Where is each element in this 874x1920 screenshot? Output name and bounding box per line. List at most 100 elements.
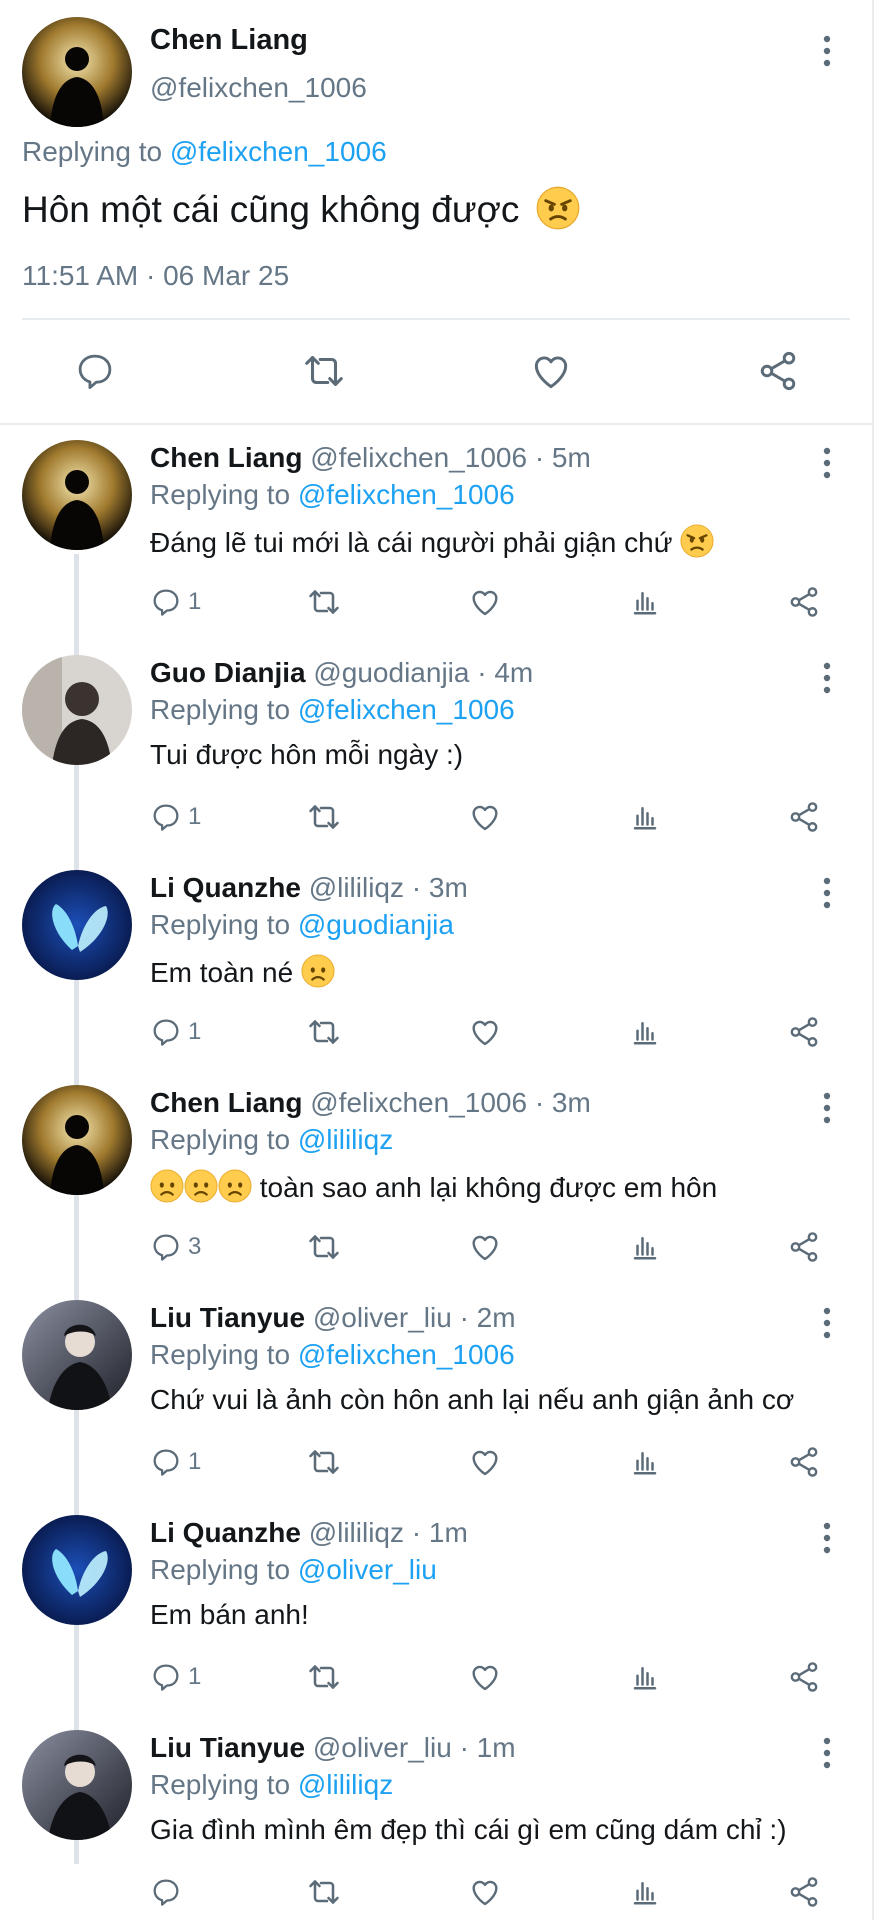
- reply-actions: 3: [0, 1225, 872, 1269]
- reply-button[interactable]: 1: [150, 1440, 201, 1484]
- tweet-timestamp: 11:51 AM · 06 Mar 25: [22, 260, 290, 291]
- author-name[interactable]: Guo Dianjia: [150, 657, 306, 688]
- share-icon[interactable]: [787, 795, 821, 839]
- reply-tweet[interactable]: Guo Dianjia @guodianjia · 4m Replying to…: [0, 645, 872, 859]
- more-vertical-icon[interactable]: [822, 661, 832, 695]
- share-icon[interactable]: [787, 1225, 821, 1269]
- author-handle[interactable]: @felixchen_1006: [310, 442, 527, 473]
- like-icon[interactable]: [468, 1440, 502, 1484]
- replying-mention-link[interactable]: @oliver_liu: [298, 1554, 437, 1585]
- avatar[interactable]: [22, 1515, 132, 1625]
- replying-mention-link[interactable]: @lililiqz: [298, 1124, 393, 1155]
- reply-tweet[interactable]: Liu Tianyue @oliver_liu · 1m Replying to…: [0, 1720, 872, 1920]
- author-name[interactable]: Liu Tianyue: [150, 1732, 305, 1763]
- reply-icon[interactable]: [62, 338, 128, 404]
- analytics-icon[interactable]: [630, 1870, 660, 1914]
- like-icon[interactable]: [468, 1655, 502, 1699]
- replying-mention-link[interactable]: @lililiqz: [298, 1769, 393, 1800]
- reply-tweet[interactable]: Chen Liang @felixchen_1006 · 5m Replying…: [0, 430, 872, 644]
- share-icon[interactable]: [745, 338, 811, 404]
- avatar[interactable]: [22, 1300, 132, 1410]
- avatar[interactable]: [22, 1085, 132, 1195]
- like-icon[interactable]: [468, 580, 502, 624]
- replying-mention-link[interactable]: @felixchen_1006: [170, 136, 387, 167]
- retweet-icon[interactable]: [306, 580, 342, 624]
- share-icon[interactable]: [787, 1870, 821, 1914]
- share-icon[interactable]: [787, 580, 821, 624]
- more-vertical-icon[interactable]: [822, 34, 832, 68]
- reply-tweet[interactable]: Li Quanzhe @lililiqz · 1m Replying to @o…: [0, 1505, 872, 1719]
- reply-tweet[interactable]: Liu Tianyue @oliver_liu · 2m Replying to…: [0, 1290, 872, 1504]
- replying-to: Replying to @guodianjia: [150, 909, 454, 941]
- reply-tweet[interactable]: Chen Liang @felixchen_1006 · 3m Replying…: [0, 1075, 872, 1289]
- replying-mention-link[interactable]: @felixchen_1006: [298, 479, 515, 510]
- more-vertical-icon[interactable]: [822, 1521, 832, 1555]
- reply-tweet[interactable]: Li Quanzhe @lililiqz · 3m Replying to @g…: [0, 860, 872, 1074]
- author-handle[interactable]: @oliver_liu: [313, 1732, 452, 1763]
- reply-icon: [150, 1231, 182, 1263]
- more-vertical-icon[interactable]: [822, 1091, 832, 1125]
- reply-button[interactable]: 1: [150, 1655, 201, 1699]
- author-name[interactable]: Li Quanzhe: [150, 1517, 301, 1548]
- share-icon[interactable]: [787, 1440, 821, 1484]
- share-icon[interactable]: [787, 1655, 821, 1699]
- reply-header: Chen Liang @felixchen_1006 · 5m: [150, 442, 591, 474]
- like-icon[interactable]: [468, 1870, 502, 1914]
- author-handle[interactable]: @oliver_liu: [313, 1302, 452, 1333]
- more-vertical-icon[interactable]: [822, 446, 832, 480]
- author-name[interactable]: Liu Tianyue: [150, 1302, 305, 1333]
- author-handle[interactable]: @felixchen_1006: [310, 1087, 527, 1118]
- author-name[interactable]: Chen Liang: [150, 442, 302, 473]
- analytics-icon[interactable]: [630, 795, 660, 839]
- reply-actions: 1: [0, 1655, 872, 1699]
- more-vertical-icon[interactable]: [822, 876, 832, 910]
- replying-label: Replying to: [150, 479, 298, 510]
- retweet-icon[interactable]: [306, 1010, 342, 1054]
- retweet-icon[interactable]: [306, 795, 342, 839]
- reply-button[interactable]: [150, 1870, 188, 1914]
- analytics-icon[interactable]: [630, 580, 660, 624]
- reply-button[interactable]: 1: [150, 1010, 201, 1054]
- author-handle[interactable]: @lililiqz: [309, 872, 404, 903]
- reply-text-body: Gia đình mình êm đẹp thì cái gì em cũng …: [150, 1814, 787, 1845]
- like-icon[interactable]: [468, 1225, 502, 1269]
- like-icon[interactable]: [468, 795, 502, 839]
- analytics-icon[interactable]: [630, 1655, 660, 1699]
- author-handle[interactable]: @lililiqz: [309, 1517, 404, 1548]
- analytics-icon[interactable]: [630, 1225, 660, 1269]
- reply-button[interactable]: 1: [150, 795, 201, 839]
- replying-mention-link[interactable]: @guodianjia: [298, 909, 454, 940]
- retweet-icon[interactable]: [306, 1870, 342, 1914]
- avatar[interactable]: [22, 1730, 132, 1840]
- author-name[interactable]: Chen Liang: [150, 24, 308, 57]
- reply-button[interactable]: 1: [150, 580, 201, 624]
- author-name[interactable]: Li Quanzhe: [150, 872, 301, 903]
- reply-count: 1: [188, 588, 202, 615]
- like-icon[interactable]: [518, 338, 584, 404]
- replying-label: Replying to: [150, 1769, 298, 1800]
- analytics-icon[interactable]: [630, 1010, 660, 1054]
- author-name[interactable]: Chen Liang: [150, 1087, 302, 1118]
- reply-button[interactable]: 3: [150, 1225, 201, 1269]
- analytics-icon[interactable]: [630, 1440, 660, 1484]
- sad-face-icon: [218, 1169, 252, 1203]
- retweet-icon[interactable]: [291, 338, 357, 404]
- like-icon[interactable]: [468, 1010, 502, 1054]
- more-vertical-icon[interactable]: [822, 1306, 832, 1340]
- author-handle[interactable]: @felixchen_1006: [150, 72, 367, 104]
- avatar[interactable]: [22, 870, 132, 980]
- angry-face-icon: [536, 186, 580, 230]
- share-icon[interactable]: [787, 1010, 821, 1054]
- more-vertical-icon[interactable]: [822, 1736, 832, 1770]
- retweet-icon[interactable]: [306, 1440, 342, 1484]
- avatar[interactable]: [22, 440, 132, 550]
- author-handle[interactable]: @guodianjia: [313, 657, 469, 688]
- separator-dot: ·: [411, 872, 422, 903]
- avatar[interactable]: [22, 655, 132, 765]
- replying-mention-link[interactable]: @felixchen_1006: [298, 1339, 515, 1370]
- avatar[interactable]: [22, 17, 132, 127]
- replying-mention-link[interactable]: @felixchen_1006: [298, 694, 515, 725]
- retweet-icon[interactable]: [306, 1655, 342, 1699]
- reply-time: 3m: [551, 1087, 591, 1118]
- retweet-icon[interactable]: [306, 1225, 342, 1269]
